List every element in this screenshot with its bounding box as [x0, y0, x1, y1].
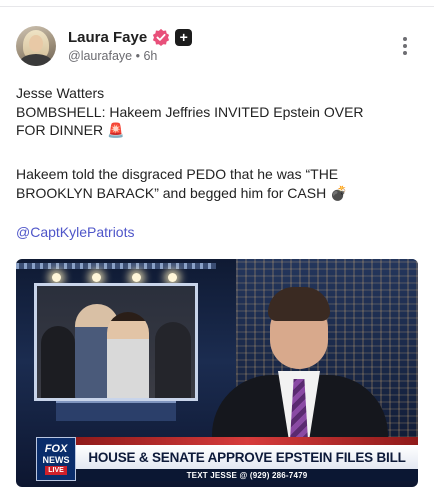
stage-light	[132, 273, 141, 282]
stage-light	[168, 273, 177, 282]
post-media-image[interactable]: FOX NEWS LIVE HOUSE & SENATE APPROVE EPS…	[16, 259, 418, 487]
photo-figure	[107, 312, 149, 398]
author-meta: @laurafaye • 6h	[68, 49, 157, 63]
headline-text: HOUSE & SENATE APPROVE EPSTEIN FILES BIL…	[88, 449, 406, 465]
top-divider	[0, 6, 434, 7]
stage-light	[92, 273, 101, 282]
post-text-line: BROOKLYN BARACK” and begged him for CASH…	[16, 184, 348, 201]
author-handle[interactable]: @laurafaye	[68, 49, 132, 63]
logo-line-2: NEWS	[42, 454, 70, 465]
avatar-face	[29, 35, 43, 52]
photo-figure	[155, 322, 191, 398]
more-options-icon[interactable]	[400, 37, 410, 55]
headline-banner: HOUSE & SENATE APPROVE EPSTEIN FILES BIL…	[76, 445, 418, 469]
post-text-line: Hakeem told the disgraced PEDO that he w…	[16, 166, 339, 182]
stage-truss	[16, 263, 216, 269]
host-hair	[268, 287, 330, 321]
post-text-line: FOR DINNER 🚨	[16, 122, 125, 138]
verified-badge-icon	[153, 28, 170, 46]
plus-badge-icon: +	[175, 28, 193, 46]
stage-light	[52, 273, 61, 282]
ticker-accent-bar	[76, 437, 418, 445]
author-name-row: Laura Faye +	[68, 26, 193, 48]
post-age: 6h	[143, 49, 158, 63]
post-text-paragraph-2: Hakeem told the disgraced PEDO that he w…	[16, 165, 420, 202]
subtext-text: TEXT JESSE @ (929) 286-7479	[186, 470, 308, 480]
avatar-shoulders	[19, 54, 53, 66]
mention-link[interactable]: @CaptKylePatriots	[16, 224, 134, 240]
avatar[interactable]	[16, 26, 56, 66]
post-text-line: BOMBSHELL: Hakeem Jeffries INVITED Epste…	[16, 103, 364, 120]
fox-news-live-logo: FOX NEWS LIVE	[36, 437, 76, 481]
news-host	[204, 287, 394, 455]
monitor-stand	[56, 401, 176, 421]
photo-monitor	[34, 283, 198, 401]
news-lower-third: FOX NEWS LIVE HOUSE & SENATE APPROVE EPS…	[16, 437, 418, 487]
post-text-paragraph-1: Jesse Watters BOMBSHELL: Hakeem Jeffries…	[16, 84, 420, 140]
author-display-name[interactable]: Laura Faye	[68, 29, 147, 46]
logo-line-1: FOX	[44, 442, 68, 455]
photo-figure	[41, 326, 75, 398]
subtext-bar: TEXT JESSE @ (929) 286-7479	[76, 469, 418, 481]
logo-line-3: LIVE	[45, 465, 67, 475]
meta-separator: •	[135, 49, 140, 63]
post-text-line: Jesse Watters	[16, 85, 105, 101]
